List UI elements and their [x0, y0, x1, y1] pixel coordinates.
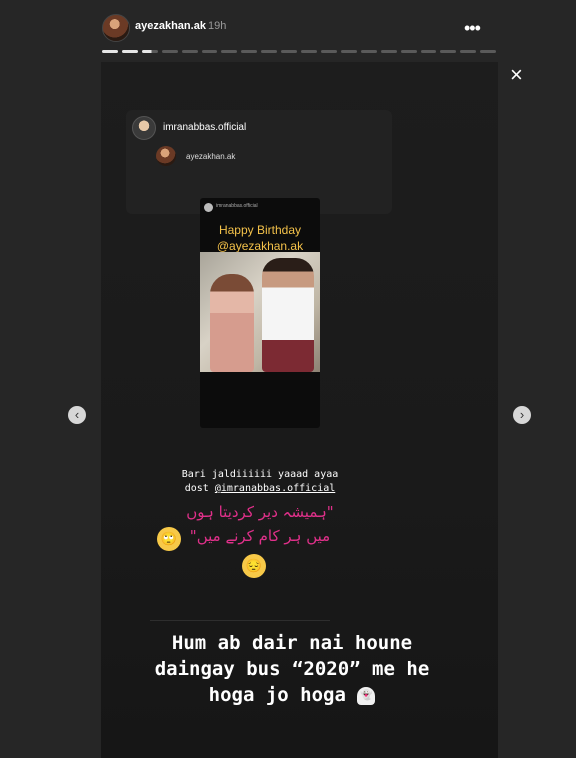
repost-avatar	[132, 116, 156, 140]
progress-segment	[261, 50, 278, 53]
close-icon[interactable]: ×	[510, 62, 523, 88]
caption-line1: Bari jaldiiiiii yaaad ayaa	[181, 469, 339, 480]
caption2-line3: hoga jo hoga	[208, 684, 346, 706]
pensive-emoji-icon: 😔	[242, 554, 266, 578]
previous-story-button[interactable]: ‹	[68, 406, 86, 424]
inner-post-username: imranabbas.official	[216, 203, 258, 209]
more-options-icon[interactable]: •••	[464, 18, 481, 39]
caption2-line2: daingay bus “2020” me he	[154, 658, 430, 680]
caption-dost: dost	[184, 483, 215, 494]
couple-photo	[200, 252, 320, 372]
shared-user-avatar	[156, 146, 176, 166]
urdu-line1: "ہمیشہ دیر کردیتا ہوں	[186, 503, 334, 521]
progress-segment	[281, 50, 298, 53]
birthday-line1: Happy Birthday	[218, 223, 302, 237]
story-progress-bar	[102, 50, 497, 53]
progress-segment	[440, 50, 457, 53]
progress-segment	[301, 50, 317, 53]
repost-username[interactable]: imranabbas.official	[163, 122, 246, 133]
photo-man-figure	[262, 258, 314, 372]
progress-segment	[380, 50, 397, 53]
progress-segment	[400, 50, 417, 53]
divider	[150, 620, 330, 621]
story-time: 19h	[208, 20, 227, 32]
ghost-emoji-icon: 👻	[357, 686, 376, 705]
progress-segment	[181, 50, 198, 53]
progress-segment	[340, 50, 357, 53]
inner-post-header: imranabbas.official	[204, 202, 316, 214]
progress-segment	[221, 50, 238, 53]
progress-segment	[360, 50, 377, 53]
photo-woman-figure	[210, 274, 254, 372]
progress-segment	[480, 50, 497, 53]
caption2-line1: Hum ab dair nai houne	[171, 632, 413, 654]
story-username[interactable]: ayezakhan.ak	[135, 20, 206, 32]
next-story-button[interactable]: ›	[513, 406, 531, 424]
caption-line2: dost @imranabbas.official	[160, 482, 360, 496]
progress-segment	[121, 50, 138, 53]
inner-birthday-post[interactable]: imranabbas.official Happy Birthday @ayez…	[200, 198, 320, 428]
progress-segment	[241, 50, 258, 53]
progress-segment	[102, 50, 118, 53]
story-caption-main: Hum ab dair nai houne daingay bus “2020”…	[112, 630, 472, 708]
inner-post-avatar	[204, 203, 213, 212]
progress-segment	[320, 50, 337, 53]
eyeroll-emoji-icon: 🙄	[157, 527, 181, 551]
progress-segment	[161, 50, 178, 53]
progress-segment	[141, 50, 158, 53]
progress-segment	[201, 50, 218, 53]
progress-segment	[420, 50, 437, 53]
shared-username[interactable]: ayezakhan.ak	[186, 152, 235, 161]
story-caption-english: Bari jaldiiiiii yaaad ayaa dost @imranab…	[160, 468, 360, 496]
caption2-line3-wrap: hoga jo hoga 👻	[112, 682, 472, 708]
progress-segment	[460, 50, 477, 53]
story-header: ayezakhan.ak 19h •••	[100, 10, 500, 44]
mention-link[interactable]: @imranabbas.official	[215, 483, 335, 494]
birthday-text: Happy Birthday @ayezakhan.ak	[200, 222, 320, 254]
profile-avatar[interactable]	[102, 14, 130, 42]
